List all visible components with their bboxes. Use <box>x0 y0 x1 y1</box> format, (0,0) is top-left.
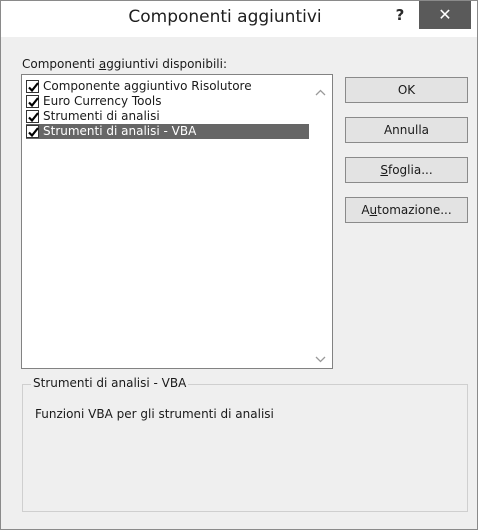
checkmark-icon <box>28 97 39 108</box>
checkbox-strumenti-analisi[interactable] <box>26 110 39 123</box>
description-text: Funzioni VBA per gli strumenti di analis… <box>35 407 274 421</box>
scroll-down-icon[interactable] <box>312 351 329 365</box>
description-group: Strumenti di analisi - VBA Funzioni VBA … <box>22 376 468 512</box>
list-item-strumenti-analisi-vba[interactable]: Strumenti di analisi - VBA <box>26 124 309 139</box>
cancel-button[interactable]: Annulla <box>345 117 468 143</box>
automation-button[interactable]: Automazione... <box>345 197 468 223</box>
browse-button[interactable]: Sfoglia... <box>345 157 468 183</box>
list-item-strumenti-analisi[interactable]: Strumenti di analisi <box>26 109 309 124</box>
addins-listbox[interactable]: Componente aggiuntivo Risolutore Euro Cu… <box>21 74 333 369</box>
checkbox-strumenti-analisi-vba[interactable] <box>26 125 39 138</box>
ok-button[interactable]: OK <box>345 77 468 103</box>
close-button[interactable]: ✕ <box>419 1 471 29</box>
checkmark-icon <box>28 127 39 138</box>
checkbox-euro-currency-tools[interactable] <box>26 95 39 108</box>
addins-list-label: Componenti aggiuntivi disponibili: <box>22 57 228 71</box>
list-item-risolutore[interactable]: Componente aggiuntivo Risolutore <box>26 79 309 94</box>
checkmark-icon <box>28 82 39 93</box>
addins-dialog: Componenti aggiuntivi ? ✕ Componenti agg… <box>0 0 478 530</box>
checkbox-risolutore[interactable] <box>26 80 39 93</box>
help-button[interactable]: ? <box>387 4 413 26</box>
list-item-euro-currency-tools[interactable]: Euro Currency Tools <box>26 94 309 109</box>
scroll-up-icon[interactable] <box>312 85 329 99</box>
title-bar: Componenti aggiuntivi ? ✕ <box>1 1 477 37</box>
checkmark-icon <box>28 112 39 123</box>
description-title: Strumenti di analisi - VBA <box>31 376 189 390</box>
